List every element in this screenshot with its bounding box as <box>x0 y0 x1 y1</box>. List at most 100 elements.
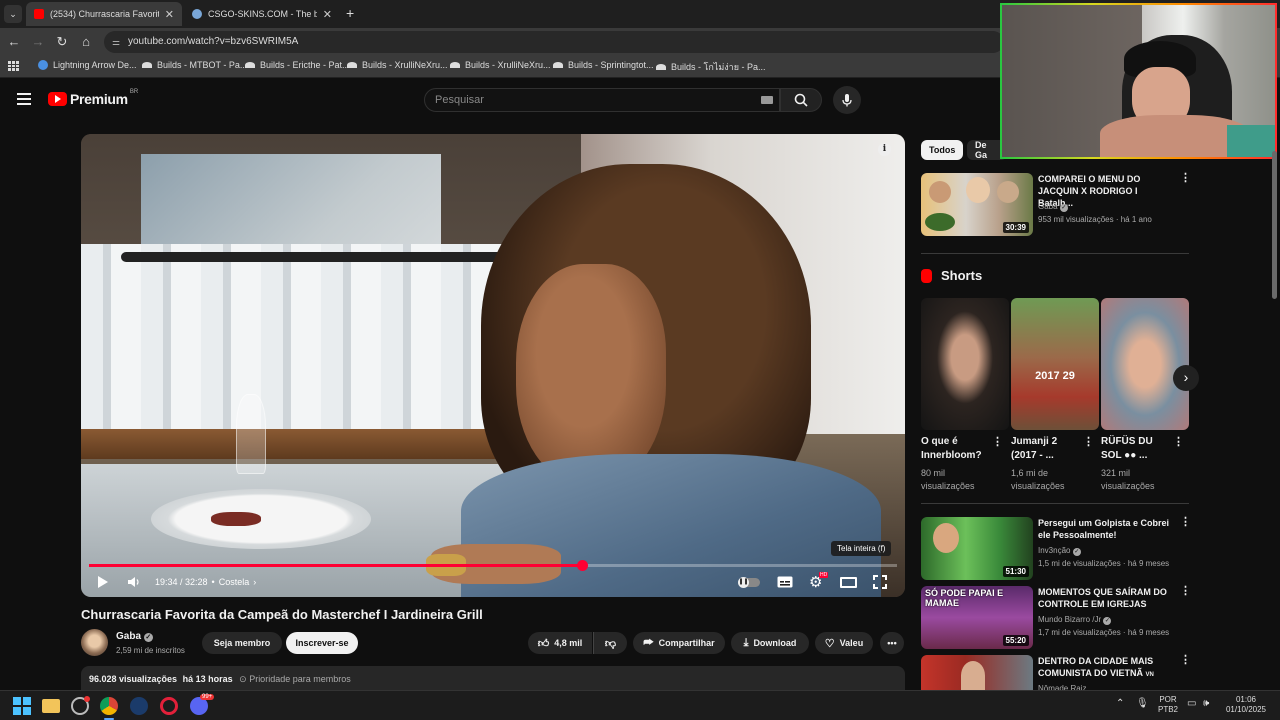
chapter-button[interactable]: Costela <box>219 577 250 587</box>
video-title[interactable]: Persegui um Golpista e Cobrei ele Pessoa… <box>1038 517 1172 541</box>
more-vertical-icon[interactable]: ⋮ <box>1180 173 1191 184</box>
video-thumbnail[interactable]: 30:39 <box>921 173 1033 236</box>
webcam-overlay <box>1000 3 1277 159</box>
video-meta: 1,5 mi de visualizações · há 9 meses <box>1038 559 1170 568</box>
join-member-button[interactable]: Seja membro <box>202 632 282 654</box>
video-thumbnail[interactable]: SÓ PODE PAPAI E MAMAE 55:20 <box>921 586 1033 649</box>
more-vertical-icon[interactable]: ⋮ <box>1180 655 1191 666</box>
language-indicator[interactable]: POR PTB2 <box>1156 695 1180 715</box>
menu-icon[interactable] <box>17 93 31 105</box>
video-player[interactable]: i Tela inteira (f) 19:34 / 32:28 • Coste… <box>81 134 905 597</box>
upload-age: há 13 horas <box>182 674 233 684</box>
more-vertical-icon[interactable]: ⋮ <box>992 437 1003 448</box>
more-actions-button[interactable]: ••• <box>880 632 904 654</box>
reload-icon[interactable]: ↻ <box>54 34 70 50</box>
windows-taskbar: 99+ ⌃ 🎙︎ POR PTB2 ▭ 🕪︎ 01:06 01/10/2025 <box>0 690 1280 720</box>
progress-bar[interactable] <box>89 560 897 571</box>
video-thumbnail[interactable]: 51:30 <box>921 517 1033 580</box>
short-title[interactable]: Jumanji 2 (2017 - ... <box>1011 435 1081 463</box>
time-display: 19:34 / 32:28 • Costela › <box>155 572 256 592</box>
divider <box>921 253 1189 254</box>
video-title[interactable]: MOMENTOS QUE SAÍRAM DO CONTROLE EM IGREJ… <box>1038 586 1172 610</box>
keyboard-icon[interactable] <box>761 96 773 104</box>
more-vertical-icon[interactable]: ⋮ <box>1180 586 1191 597</box>
download-button[interactable]: ⤓ Download <box>731 632 809 654</box>
hd-badge: HD <box>819 572 829 578</box>
share-button[interactable]: ⮫ Compartilhar <box>633 632 725 654</box>
short-thumbnail[interactable]: 2017 29 <box>1011 298 1099 430</box>
close-tab-icon[interactable]: ✕ <box>165 8 174 21</box>
opera-gx-icon[interactable] <box>160 697 178 715</box>
file-explorer-icon[interactable] <box>42 699 60 713</box>
clock[interactable]: 01:06 01/10/2025 <box>1222 695 1270 715</box>
bookmark-item[interactable]: Builds - XrulliNeXru... <box>450 60 551 70</box>
volume-button[interactable] <box>127 572 141 592</box>
home-icon[interactable]: ⌂ <box>78 34 94 49</box>
cloud-icon <box>347 62 357 68</box>
short-title[interactable]: O que é Innerbloom? <box>921 435 991 463</box>
short-title[interactable]: RÜFÜS DU SOL ●● ... <box>1101 435 1171 463</box>
thanks-button[interactable]: ♡ Valeu <box>815 632 873 654</box>
address-bar[interactable]: ⚌ youtube.com/watch?v=bzv6SWRIM5A <box>104 31 1004 53</box>
short-thumbnail[interactable] <box>1101 298 1189 430</box>
like-button[interactable]: 👍︎ 4,8 mil <box>528 632 592 654</box>
shorts-logo-icon <box>921 268 932 283</box>
video-title[interactable]: DENTRO DA CIDADE MAIS COMUNISTA DO VIETN… <box>1038 655 1172 681</box>
bookmark-item[interactable]: Builds - XrulliNeXru... <box>347 60 448 70</box>
scrollbar-thumb[interactable] <box>1272 151 1277 299</box>
chip-all[interactable]: Todos <box>921 140 964 160</box>
more-vertical-icon[interactable]: ⋮ <box>1083 437 1094 448</box>
page-scrollbar[interactable] <box>1271 121 1278 690</box>
search-button[interactable] <box>780 88 822 112</box>
close-tab-icon[interactable]: ✕ <box>323 8 332 21</box>
fullscreen-button[interactable] <box>873 572 887 592</box>
search-input[interactable]: Pesquisar <box>424 88 780 112</box>
channel-name[interactable]: Gaba ✓ <box>116 631 153 642</box>
theater-mode-button[interactable] <box>840 572 857 592</box>
tab-title: (2534) Churrascaria Favorita da <box>50 9 159 19</box>
microphone-tray-icon[interactable]: 🎙︎ <box>1136 699 1149 709</box>
shorts-next-button[interactable]: › <box>1173 365 1199 391</box>
chrome-icon[interactable] <box>100 697 118 715</box>
tray-overflow-icon[interactable]: ⌃ <box>1116 699 1124 709</box>
forward-arrow-icon[interactable]: → <box>30 34 46 49</box>
display-icon[interactable]: ▭ <box>1187 699 1196 709</box>
bookmark-item[interactable]: Builds - MTBOT - Pa... <box>142 60 247 70</box>
youtube-premium-logo[interactable]: Premium BR <box>48 89 138 107</box>
verified-icon: ✓ <box>1103 617 1112 625</box>
short-thumbnail[interactable] <box>921 298 1009 430</box>
bookmark-item[interactable]: Builds - โกไม่ง่าย - Pa... <box>656 60 765 74</box>
autoplay-toggle[interactable]: ❚❚ <box>738 572 760 592</box>
channel-name[interactable]: Gaba ✓ <box>1038 201 1068 213</box>
info-icon[interactable]: i <box>878 143 891 156</box>
discord-badge: 99+ <box>200 694 215 700</box>
windows-start-icon[interactable] <box>13 697 31 715</box>
scrubber-handle[interactable] <box>576 560 588 571</box>
channel-name[interactable]: Inv3nção ✓ <box>1038 545 1081 557</box>
channel-name[interactable]: Mundo Bizarro /Jr ✓ <box>1038 614 1112 626</box>
tab-csgo-skins[interactable]: CSGO-SKINS.COM - The best C ✕ <box>184 2 340 26</box>
play-button[interactable] <box>97 572 109 592</box>
subscribe-button[interactable]: Inscrever-se <box>286 632 358 654</box>
bookmark-item[interactable]: Builds - Sprintingtot... <box>553 60 654 70</box>
settings-button[interactable]: ⚙ HD <box>809 572 829 592</box>
dislike-button[interactable]: 👎︎ <box>593 632 627 654</box>
more-vertical-icon[interactable]: ⋮ <box>1173 437 1184 448</box>
tab-youtube[interactable]: (2534) Churrascaria Favorita da ✕ <box>26 2 182 26</box>
new-tab-button[interactable]: + <box>346 5 354 21</box>
site-info-icon[interactable]: ⚌ <box>112 31 120 53</box>
channel-avatar[interactable] <box>81 629 108 656</box>
channel-name[interactable]: Nômade Raiz <box>1038 683 1086 690</box>
bookmark-item[interactable]: Lightning Arrow De... <box>38 60 137 70</box>
volume-tray-icon[interactable]: 🕪︎ <box>1203 699 1209 709</box>
bookmark-item[interactable]: Builds - Ericthe - Pat... <box>245 60 350 70</box>
video-thumbnail[interactable] <box>921 655 1033 690</box>
more-vertical-icon[interactable]: ⋮ <box>1180 517 1191 528</box>
subtitles-button[interactable] <box>777 572 793 592</box>
back-arrow-icon[interactable]: ← <box>6 34 22 49</box>
duration-badge: 30:39 <box>1002 222 1029 233</box>
apps-grid-icon[interactable] <box>8 61 19 71</box>
tab-search-button[interactable]: ⌄ <box>4 5 22 23</box>
voice-search-button[interactable] <box>833 86 861 114</box>
steam-icon[interactable] <box>130 697 148 715</box>
